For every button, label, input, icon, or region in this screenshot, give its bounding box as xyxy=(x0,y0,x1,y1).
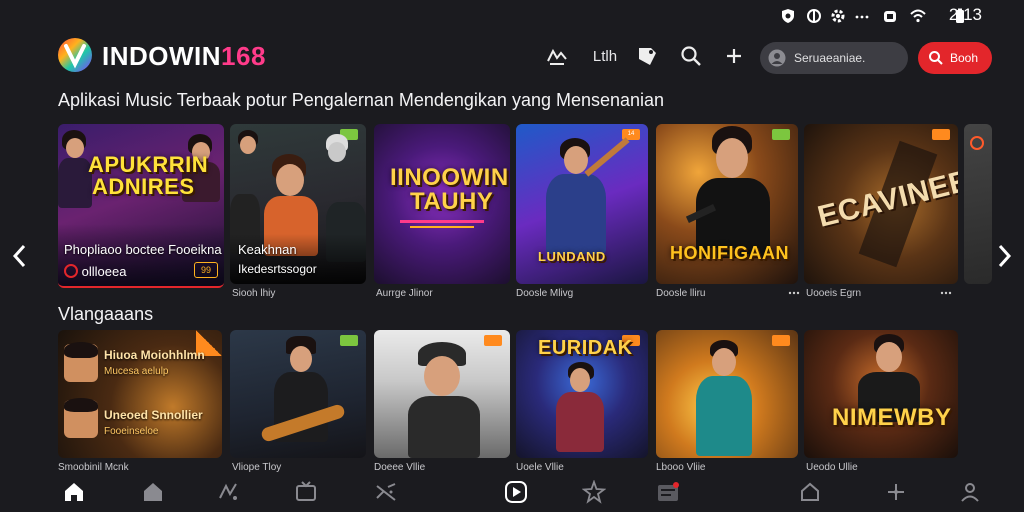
featured-overlay-text: Phopliaoo boctee Fooeikna xyxy=(64,242,222,257)
card-2-overlay-sub: Ikedesrtssogor xyxy=(238,262,317,276)
nav-text-link[interactable]: Ltlh xyxy=(590,43,620,69)
section-title-2: Vlangaaans xyxy=(58,304,154,324)
book-label: Booh xyxy=(950,51,979,65)
add-icon[interactable] xyxy=(721,43,747,69)
explore-icon[interactable] xyxy=(216,480,240,504)
music-card-5[interactable]: HONIFIGAAN xyxy=(656,124,798,284)
featured2-row1-title: Hiuoa Moiohhlmn xyxy=(104,348,205,362)
section-title-music: Aplikasi Music Terbaak potur Pengalernan… xyxy=(58,90,665,110)
card-badge xyxy=(772,335,790,346)
card-badge xyxy=(340,335,358,346)
nav-label: Ltlh xyxy=(592,47,618,65)
music-card-4[interactable]: 14 LUNDAND xyxy=(516,124,648,284)
shuffle-icon[interactable] xyxy=(374,480,398,504)
featured-card-2[interactable]: Hiuoa Moiohhlmn Mucesa aelulp Uneoed Snn… xyxy=(58,330,222,458)
music-card-7-partial[interactable] xyxy=(964,124,992,284)
s2-card-6[interactable]: NIMEWBY xyxy=(804,330,958,458)
trending-icon[interactable] xyxy=(544,43,570,69)
s2-card-5-caption: Lbooo Vliie xyxy=(656,462,706,473)
settings-icon xyxy=(831,9,845,23)
more-dots-icon xyxy=(855,15,869,19)
featured2-caption: Smoobinil Mcnk xyxy=(58,462,129,473)
brand-main: INDOWIN xyxy=(102,41,222,71)
chevron-left-icon[interactable] xyxy=(10,243,28,269)
wifi-icon xyxy=(910,9,926,23)
more-icon[interactable] xyxy=(940,290,952,296)
app-header: INDOWIN168 Ltlh Seruaeaniae. Booh xyxy=(0,34,1024,80)
s2-card-3[interactable] xyxy=(374,330,510,458)
card-3-title-1: IINOOWIN xyxy=(390,164,509,191)
s2-card-4-caption: Uoele Vllie xyxy=(516,462,564,473)
profile-icon[interactable] xyxy=(958,480,982,504)
home-icon[interactable] xyxy=(62,480,86,504)
card-2-overlay: Keakhnan xyxy=(238,242,297,257)
house-icon[interactable] xyxy=(798,480,822,504)
star-icon[interactable] xyxy=(582,480,606,504)
s2-card-3-caption: Doeee Vllie xyxy=(374,462,426,473)
card-badge xyxy=(484,335,502,346)
status-time: 2:13 xyxy=(948,5,982,24)
search-icon xyxy=(929,51,943,65)
featured-play-text: ollloeea xyxy=(81,264,127,279)
bottom-nav xyxy=(0,474,1024,512)
card-4-title: LUNDAND xyxy=(538,249,606,264)
s2-card-4-title: EURIDAK xyxy=(538,337,633,359)
featured-title-2: ADNIRES xyxy=(92,174,195,199)
data-icon xyxy=(807,9,821,23)
card-5-caption: Doosle lliru xyxy=(656,288,706,299)
card-6-caption: Uooeis Egrn xyxy=(806,288,862,299)
badge-icon[interactable] xyxy=(634,43,660,69)
target-icon xyxy=(970,136,984,150)
search-input[interactable]: Seruaeaniae. xyxy=(794,51,865,65)
card-5-title: HONIFIGAAN xyxy=(670,243,789,263)
card-badge xyxy=(932,129,950,140)
status-bar: 2:13 xyxy=(724,0,1024,30)
music-card-6[interactable]: ECAVINEES xyxy=(804,124,958,284)
s2-card-2-caption: Vliope Tloy xyxy=(232,462,282,473)
s2-card-4[interactable]: EURIDAK xyxy=(516,330,648,458)
shield-icon xyxy=(782,9,794,23)
book-button[interactable]: Booh xyxy=(918,42,992,74)
record-icon xyxy=(64,264,78,278)
s2-card-6-title: NIMEWBY xyxy=(832,404,952,431)
music-card-3[interactable]: IINOOWIN TAUHY xyxy=(374,124,510,284)
queue-icon[interactable] xyxy=(656,480,680,504)
s2-card-2[interactable] xyxy=(230,330,366,458)
search-icon[interactable] xyxy=(678,43,704,69)
app-logo[interactable] xyxy=(56,36,94,74)
featured2-row2-sub: Fooeinseloe xyxy=(104,426,159,437)
search-bar[interactable]: Seruaeaniae. xyxy=(760,42,908,74)
user-icon xyxy=(768,49,786,67)
more-icon[interactable] xyxy=(788,290,800,296)
featured2-row1-sub: Mucesa aelulp xyxy=(104,366,169,377)
brand-name: INDOWIN168 xyxy=(102,41,266,72)
card-4-caption: Doosle Mlivg xyxy=(516,288,574,299)
chevron-right-icon[interactable] xyxy=(996,243,1014,269)
featured-card[interactable]: APUKRRIN ADNIRES Phopliaoo boctee Fooeik… xyxy=(58,124,224,288)
card-badge xyxy=(772,129,790,140)
s2-card-5[interactable] xyxy=(656,330,798,458)
featured-tag: 99 xyxy=(194,262,218,278)
music-card-2[interactable]: Keakhnan Ikedesrtssogor xyxy=(230,124,366,284)
featured-play-row[interactable]: ollloeea xyxy=(64,264,126,279)
card-3-caption: Aurrge Jlinor xyxy=(376,288,433,299)
s2-card-6-caption: Ueodo Ullie xyxy=(806,462,858,473)
brand-number: 168 xyxy=(221,41,266,71)
card-2-caption: Siooh lhiy xyxy=(232,288,276,299)
play-icon[interactable] xyxy=(504,480,528,504)
featured-title-1: APUKRRIN xyxy=(88,152,209,177)
move-icon[interactable] xyxy=(884,480,908,504)
radio-icon[interactable] xyxy=(294,480,318,504)
alarm-icon xyxy=(884,11,896,22)
card-3-title-2: TAUHY xyxy=(410,188,494,215)
featured2-row2-title: Uneoed Snnollier xyxy=(104,408,203,422)
library-icon[interactable] xyxy=(141,480,165,504)
